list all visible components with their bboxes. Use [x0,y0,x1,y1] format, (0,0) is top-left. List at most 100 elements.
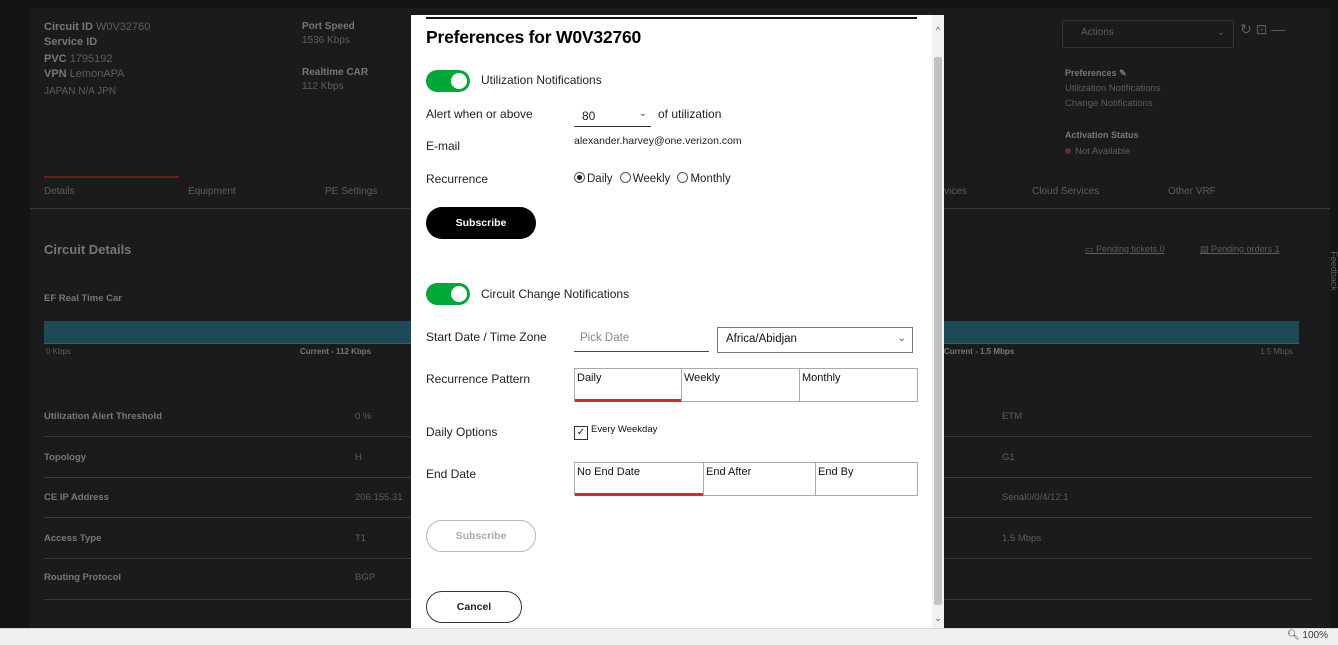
row-label: CE IP Address [44,492,109,503]
bar-max-label: 1.5 Mbps [1260,347,1293,356]
pending-tickets-link[interactable]: ▭ Pending tickets 0 [1085,244,1165,255]
email-value: alexander.harvey@one.verizon.com [574,135,742,147]
recurrence-pattern-label: Recurrence Pattern [426,372,531,386]
service-id-label: Service ID [44,36,98,48]
row-label: Utilization Alert Threshold [44,411,162,422]
vpn: VPN LemonAPA [44,68,125,80]
chevron-down-icon: ⌄ [897,333,906,344]
row-right-value: ETM [1002,411,1023,422]
refresh-icon[interactable]: ↻ ⊡ — [1240,21,1285,38]
port-speed-label: Port Speed [302,21,355,32]
location: JAPAN N/A JPN [44,86,117,97]
daily-options-label: Daily Options [426,425,498,439]
status-dot-icon [1065,148,1071,154]
edit-icon: ✎ [1119,68,1127,78]
radio-selected-icon [574,172,585,183]
scrollbar-thumb[interactable] [934,57,942,605]
radio-icon [677,172,689,183]
row-value: 0 % [355,411,372,422]
status-bar: 🔍︎ 100% [0,628,1338,645]
change-subscribe-button[interactable]: Subscribe [426,520,536,552]
cancel-button[interactable]: Cancel [426,591,522,623]
row-label: Routing Protocol [44,572,122,583]
every-weekday-checkbox[interactable]: ✓ Every Weekday [574,424,657,440]
alert-label: Alert when or above [426,107,533,121]
pick-date-input[interactable]: Pick Date [574,327,709,352]
end-no-end-date-tab[interactable]: No End Date [575,463,703,496]
bar-current-left: Current - 112 Kbps [300,347,372,356]
realtime-car-label: Realtime CAR [302,67,369,78]
pattern-weekly-tab[interactable]: Weekly [681,369,799,401]
preferences-modal: Preferences for W0V32760 Utilization Not… [411,15,944,628]
port-speed-value: 1536 Kbps [302,35,350,46]
tab-services[interactable]: vices [944,186,967,197]
row-value: BGP [355,572,376,583]
ticket-icon: ▭ [1085,244,1094,254]
row-right-value: Serial0/0/4/12:1 [1002,492,1069,503]
magnifier-icon: 🔍︎ [1286,630,1300,641]
activation-status-value: Not Available [1065,146,1130,157]
pref-change: Change Notifications [1065,98,1153,109]
tab-pe-settings[interactable]: PE Settings [325,186,377,197]
email-label: E-mail [426,139,461,153]
chevron-down-icon: ⌄ [1216,27,1225,38]
pref-utilization: Utilization Notifications [1065,83,1161,94]
checkmark-icon: ✓ [574,426,588,440]
alert-suffix: of utilization [658,107,722,121]
recurrence-monthly-radio[interactable]: Monthly [677,172,731,185]
row-value: 206.155.31 [355,492,403,503]
pattern-daily-tab[interactable]: Daily [575,369,681,402]
bar-current-right: Current - 1.5 Mbps [944,347,1015,356]
end-date-tabs: No End Date End After End By [574,462,918,496]
row-label: Access Type [44,533,102,544]
start-date-label: Start Date / Time Zone [426,330,547,344]
clipboard-icon: ▤ [1200,244,1209,254]
utilization-toggle-label: Utilization Notifications [481,73,602,87]
radio-icon [619,172,631,183]
toggle-knob [451,73,467,89]
circuit-id: Circuit ID W0V32760 [44,21,151,33]
end-date-label: End Date [426,467,477,481]
realtime-car-value: 112 Kbps [302,81,344,92]
recurrence-pattern-tabs: Daily Weekly Monthly [574,368,918,402]
modal-title: Preferences for W0V32760 [426,27,642,47]
tab-details[interactable]: Details [44,186,75,197]
tab-other-vrf[interactable]: Other VRF [1168,186,1216,197]
tab-equipment[interactable]: Equipment [188,186,236,197]
circuit-details-title: Circuit Details [44,242,132,257]
modal-top-rule [426,17,917,19]
alert-threshold-select[interactable]: 80 ⌄ [574,102,651,127]
circuit-change-toggle-label: Circuit Change Notifications [481,287,630,301]
row-right-value: 1.5 Mbps [1002,533,1042,544]
ef-title: EF Real Time Car [44,293,122,304]
bar-min-label: 0 Kbps [46,347,71,356]
row-value: H [355,452,362,463]
scroll-up-icon[interactable]: ^ [934,25,942,35]
timezone-select[interactable]: Africa/Abidjan ⌄ [717,327,913,353]
circuit-change-toggle[interactable] [426,283,470,305]
end-after-tab[interactable]: End After [703,463,815,495]
scroll-down-icon[interactable]: ⌄ [934,613,942,624]
row-value: T1 [355,533,367,544]
end-by-tab[interactable]: End By [815,463,917,495]
utilization-toggle[interactable] [426,70,470,92]
pattern-monthly-tab[interactable]: Monthly [799,369,917,401]
modal-scrollbar[interactable]: ^ ⌄ [932,15,944,628]
chevron-down-icon: ⌄ [638,108,647,119]
recurrence-weekly-radio[interactable]: Weekly [619,172,670,185]
pending-orders-link[interactable]: ▤ Pending orders 1 [1200,244,1280,255]
actions-dropdown[interactable]: Actions ⌄ [1062,20,1234,48]
preferences-label: Preferences ✎ [1065,68,1127,78]
pvc: PVC 1795192 [44,53,113,65]
utilization-subscribe-button[interactable]: Subscribe [426,207,536,239]
active-tab-underline [44,176,179,178]
feedback-tab[interactable]: Feedback [1329,251,1338,291]
row-label: Topology [44,452,87,463]
toggle-knob [451,286,467,302]
tab-cloud-services[interactable]: Cloud Services [1032,186,1099,197]
recurrence-daily-radio[interactable]: Daily [574,172,613,185]
zoom-level[interactable]: 🔍︎ 100% [1287,630,1328,641]
row-right-value: G1 [1002,452,1015,463]
recurrence-label: Recurrence [426,172,489,186]
activation-status-label: Activation Status [1065,130,1139,140]
